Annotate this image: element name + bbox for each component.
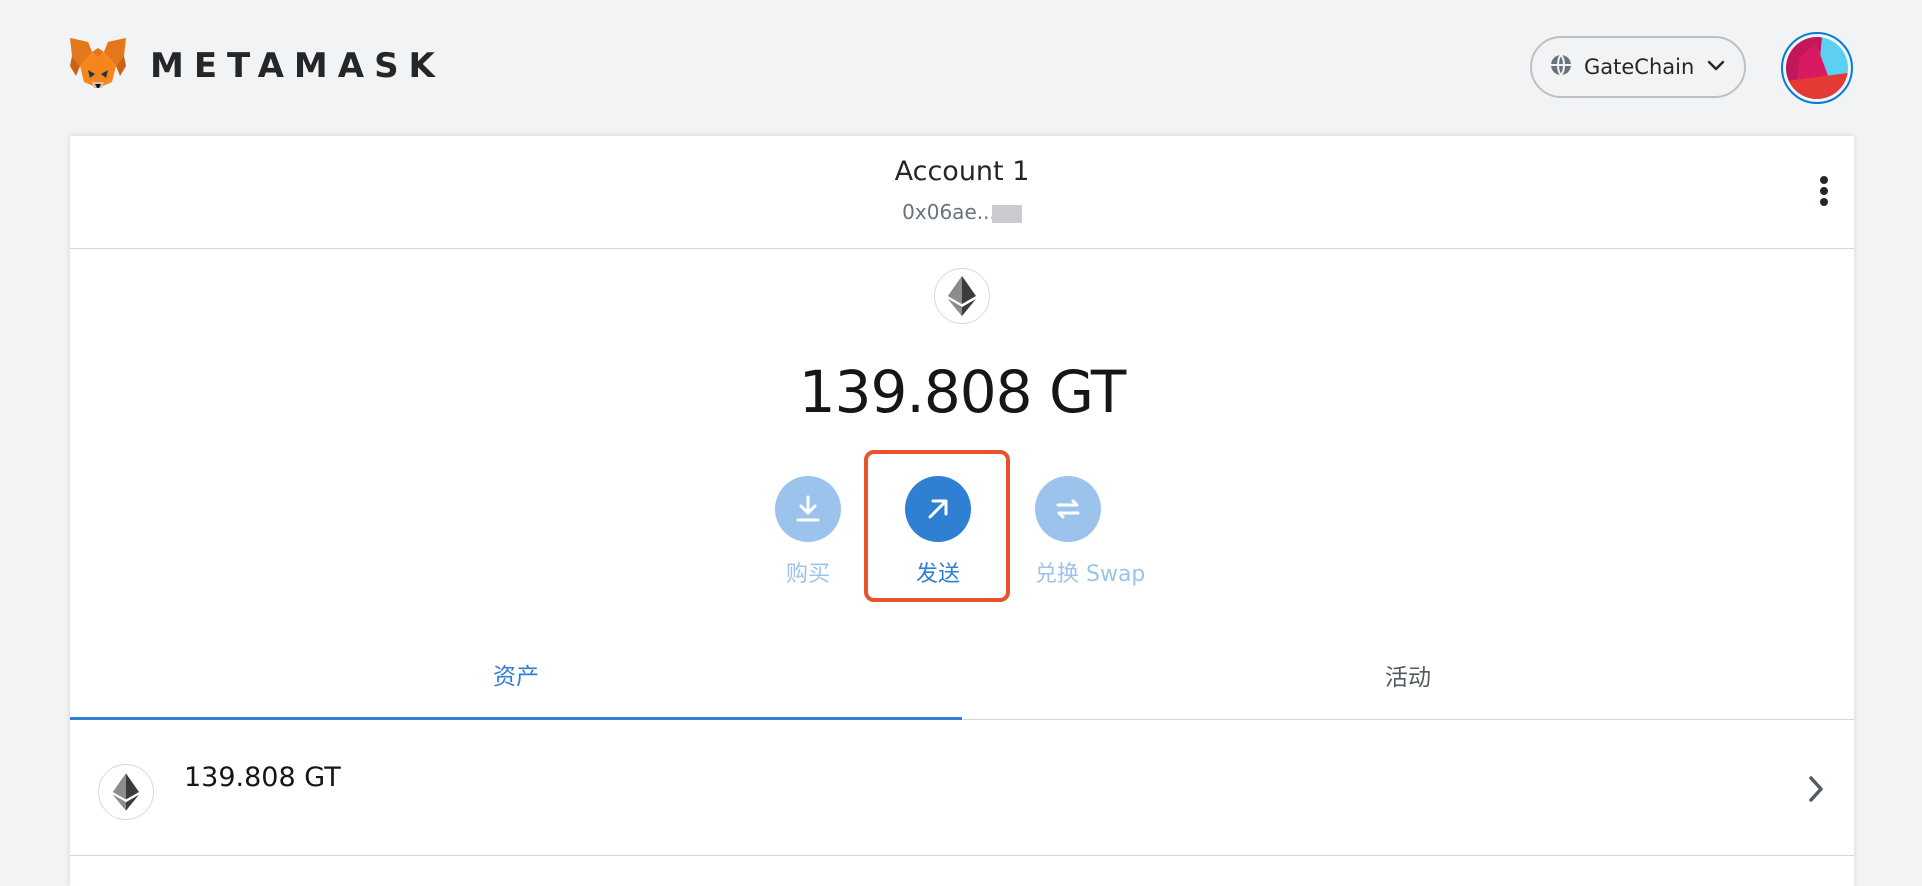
send-label: 发送 bbox=[915, 562, 960, 587]
redacted-address-part bbox=[991, 204, 1022, 223]
tab-assets[interactable]: 资产 bbox=[70, 630, 962, 720]
tab-activity[interactable]: 活动 bbox=[962, 630, 1854, 720]
wallet-card: Account 1 0x06ae... 139.808 GT 购买 发送 兑换 … bbox=[70, 136, 1854, 886]
swap-arrows-icon bbox=[1035, 476, 1101, 542]
asset-balance: 139.808 GT bbox=[184, 762, 341, 793]
account-address[interactable]: 0x06ae... bbox=[70, 200, 1854, 224]
account-address-text: 0x06ae... bbox=[902, 200, 996, 224]
jazzicon-avatar bbox=[1786, 37, 1848, 99]
send-button[interactable]: 发送 bbox=[905, 476, 971, 588]
asset-list-item[interactable]: 139.808 GT bbox=[70, 722, 1854, 856]
app-header: METAMASK GateChain bbox=[0, 0, 1922, 135]
network-selector[interactable]: GateChain bbox=[1530, 36, 1746, 98]
chevron-right-icon bbox=[1806, 774, 1826, 808]
network-label: GateChain bbox=[1584, 55, 1695, 79]
account-name[interactable]: Account 1 bbox=[70, 156, 1854, 187]
fox-icon bbox=[68, 36, 128, 96]
network-globe-icon bbox=[1550, 54, 1572, 80]
tab-bar: 资产 活动 bbox=[70, 630, 1854, 720]
eth-diamond-icon bbox=[934, 268, 990, 324]
account-details: Account 1 0x06ae... bbox=[70, 136, 1854, 249]
swap-label: 兑换 Swap bbox=[1035, 562, 1146, 587]
buy-label: 购买 bbox=[785, 562, 830, 587]
metamask-logo[interactable]: METAMASK bbox=[68, 36, 445, 96]
download-arrow-icon bbox=[775, 476, 841, 542]
swap-button[interactable]: 兑换 Swap bbox=[1035, 476, 1145, 588]
eth-diamond-icon bbox=[98, 764, 154, 820]
buy-button[interactable]: 购买 bbox=[775, 476, 841, 588]
kebab-menu-icon[interactable] bbox=[1818, 176, 1830, 210]
account-avatar[interactable] bbox=[1781, 32, 1853, 104]
brand-wordmark: METAMASK bbox=[150, 46, 445, 86]
chevron-down-icon bbox=[1706, 55, 1726, 79]
arrow-up-right-icon bbox=[905, 476, 971, 542]
primary-balance: 139.808 GT bbox=[798, 358, 1127, 426]
action-buttons: 购买 发送 兑换 Swap bbox=[70, 450, 1854, 626]
